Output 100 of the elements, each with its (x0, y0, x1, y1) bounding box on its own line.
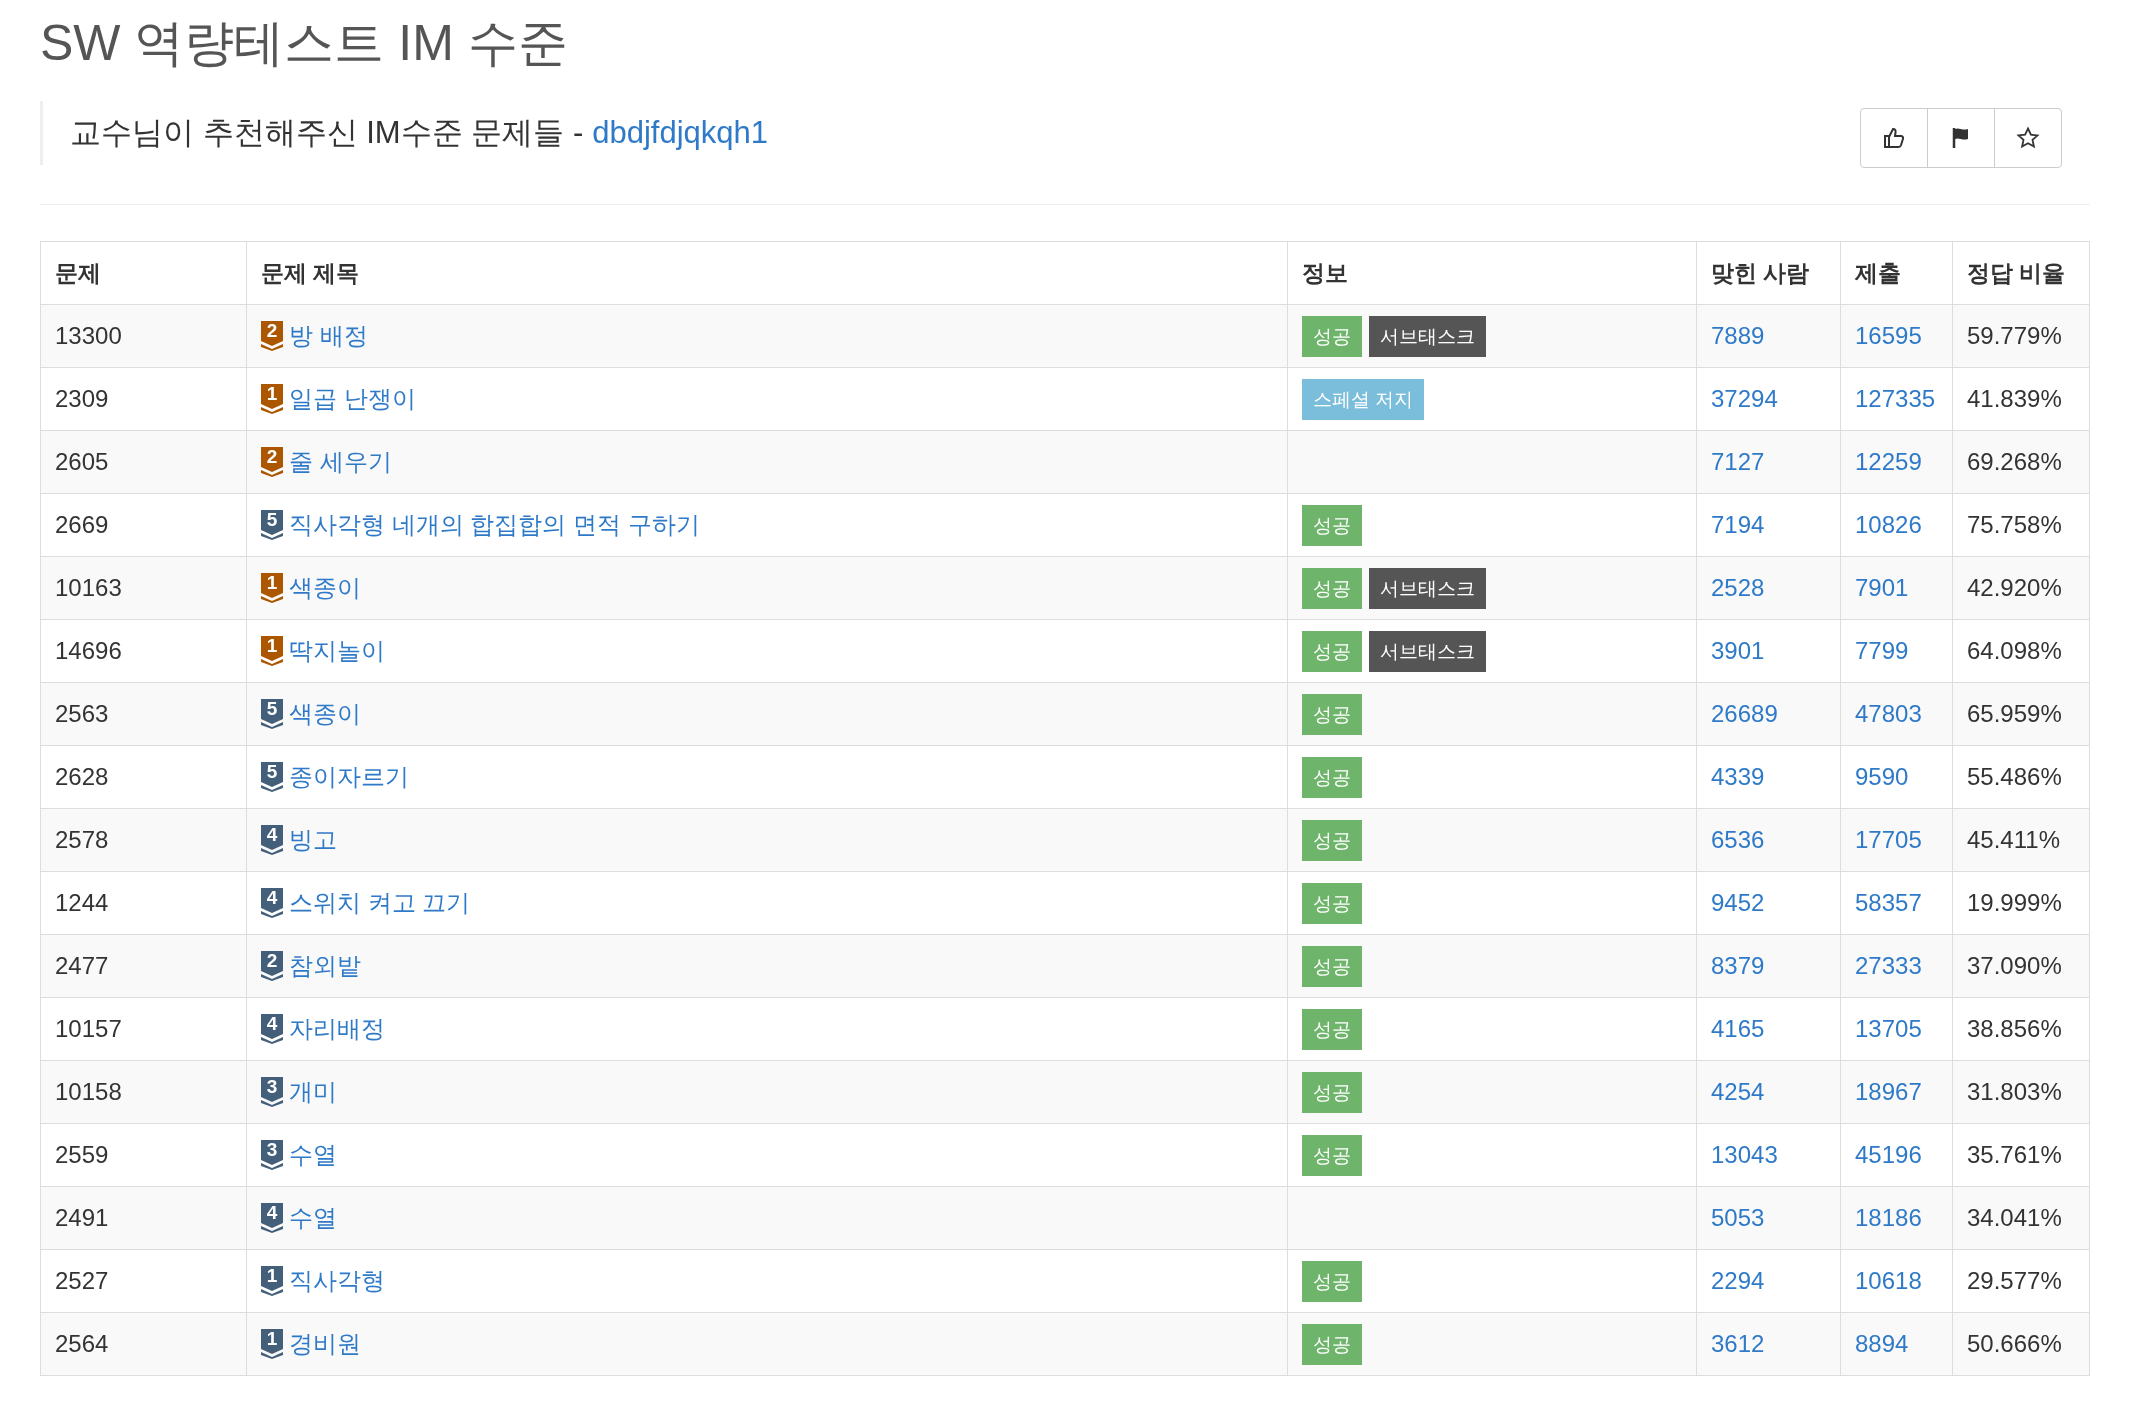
solved-label: 성공 (1302, 1008, 1362, 1050)
solvers-link[interactable]: 7889 (1711, 322, 1765, 349)
problem-id: 2491 (40, 1186, 247, 1250)
problem-id: 14696 (40, 619, 247, 683)
problem-id: 2563 (40, 682, 247, 746)
accuracy-ratio: 42.920% (1952, 556, 2090, 620)
problem-id: 10157 (40, 997, 247, 1061)
problem-id: 2605 (40, 430, 247, 494)
problem-title-link[interactable]: 줄 세우기 (289, 446, 392, 478)
solvers-link[interactable]: 3901 (1711, 637, 1765, 664)
problem-title-link[interactable]: 자리배정 (289, 1013, 385, 1045)
problem-title-link[interactable]: 경비원 (289, 1328, 361, 1360)
solved-label: 성공 (1302, 819, 1362, 861)
solvers-link[interactable]: 5053 (1711, 1204, 1765, 1231)
problem-title-link[interactable]: 참외밭 (289, 950, 361, 982)
problem-title-link[interactable]: 색종이 (289, 572, 361, 604)
solvers-link[interactable]: 4165 (1711, 1015, 1765, 1042)
solvers-link[interactable]: 13043 (1711, 1141, 1778, 1168)
solvers-link[interactable]: 6536 (1711, 826, 1765, 853)
solved-label: 성공 (1302, 1134, 1362, 1176)
accuracy-ratio: 31.803% (1952, 1060, 2090, 1124)
solvers-link[interactable]: 26689 (1711, 700, 1778, 727)
subtask-label: 서브태스크 (1369, 567, 1486, 609)
problem-title-link[interactable]: 딱지놀이 (289, 635, 385, 667)
accuracy-ratio: 34.041% (1952, 1186, 2090, 1250)
problem-id: 10158 (40, 1060, 247, 1124)
problem-id: 2559 (40, 1123, 247, 1187)
accuracy-ratio: 65.959% (1952, 682, 2090, 746)
solved-label: 성공 (1302, 315, 1362, 357)
solvers-link[interactable]: 4339 (1711, 763, 1765, 790)
accuracy-ratio: 64.098% (1952, 619, 2090, 683)
solved-label: 성공 (1302, 504, 1362, 546)
page-title: SW 역량테스트 IM 수준 (40, 14, 569, 73)
column-header: 제출 (1840, 241, 1953, 305)
solvers-link[interactable]: 7127 (1711, 448, 1765, 475)
problem-title-link[interactable]: 일곱 난쟁이 (289, 383, 416, 415)
accuracy-ratio: 50.666% (1952, 1312, 2090, 1376)
column-header: 정답 비율 (1952, 241, 2090, 305)
flag-button[interactable] (1927, 108, 1995, 168)
accuracy-ratio: 37.090% (1952, 934, 2090, 998)
special-judge-label: 스페셜 저지 (1302, 378, 1425, 420)
solved-label: 성공 (1302, 1260, 1362, 1302)
problem-id: 10163 (40, 556, 247, 620)
solved-label: 성공 (1302, 630, 1362, 672)
author-link[interactable]: dbdjfdjqkqh1 (592, 113, 769, 153)
accuracy-ratio: 75.758% (1952, 493, 2090, 557)
problem-title-link[interactable]: 종이자르기 (289, 761, 409, 793)
solved-label: 성공 (1302, 882, 1362, 924)
solvers-link[interactable]: 2528 (1711, 574, 1765, 601)
subtask-label: 서브태스크 (1369, 315, 1486, 357)
accuracy-ratio: 45.411% (1952, 808, 2090, 872)
accuracy-ratio: 59.779% (1952, 304, 2090, 368)
problem-id: 2669 (40, 493, 247, 557)
solved-label: 성공 (1302, 567, 1362, 609)
problem-title-link[interactable]: 개미 (289, 1076, 337, 1108)
problem-title-link[interactable]: 수열 (289, 1202, 337, 1234)
problem-title-link[interactable]: 수열 (289, 1139, 337, 1171)
solvers-link[interactable]: 2294 (1711, 1267, 1765, 1294)
solvers-link[interactable]: 9452 (1711, 889, 1765, 916)
problem-id: 2527 (40, 1249, 247, 1313)
solved-label: 성공 (1302, 693, 1362, 735)
problem-title-link[interactable]: 방 배정 (289, 320, 368, 352)
solvers-link[interactable]: 3612 (1711, 1330, 1765, 1357)
accuracy-ratio: 29.577% (1952, 1249, 2090, 1313)
solvers-link[interactable]: 8379 (1711, 952, 1765, 979)
problem-id: 2309 (40, 367, 247, 431)
problem-id: 2578 (40, 808, 247, 872)
problem-title-link[interactable]: 색종이 (289, 698, 361, 730)
problem-id: 2628 (40, 745, 247, 809)
accuracy-ratio: 55.486% (1952, 745, 2090, 809)
solvers-link[interactable]: 7194 (1711, 511, 1765, 538)
solved-label: 성공 (1302, 945, 1362, 987)
column-header: 문제 제목 (246, 241, 1288, 305)
subtask-label: 서브태스크 (1369, 630, 1486, 672)
accuracy-ratio: 69.268% (1952, 430, 2090, 494)
column-header: 맞힌 사람 (1696, 241, 1841, 305)
accuracy-ratio: 35.761% (1952, 1123, 2090, 1187)
like-button[interactable] (1860, 108, 1928, 168)
description-text: 교수님이 추천해주신 IM수준 문제들 - (70, 114, 584, 152)
problem-title-link[interactable]: 스위치 켜고 끄기 (289, 887, 471, 919)
star-icon (2016, 126, 2040, 150)
column-header: 정보 (1287, 241, 1697, 305)
solvers-link[interactable]: 37294 (1711, 385, 1778, 412)
accuracy-ratio: 38.856% (1952, 997, 2090, 1061)
star-button[interactable] (1994, 108, 2062, 168)
problem-title-link[interactable]: 빙고 (289, 824, 337, 856)
accuracy-ratio: 41.839% (1952, 367, 2090, 431)
problem-title-link[interactable]: 직사각형 네개의 합집합의 면적 구하기 (289, 509, 700, 541)
thumbs-up-icon (1882, 126, 1906, 150)
column-header: 문제 (40, 241, 247, 305)
problem-title-link[interactable]: 직사각형 (289, 1265, 385, 1297)
solved-label: 성공 (1302, 756, 1362, 798)
solvers-link[interactable]: 4254 (1711, 1078, 1765, 1105)
problem-id: 13300 (40, 304, 247, 368)
accuracy-ratio: 19.999% (1952, 871, 2090, 935)
problem-id: 1244 (40, 871, 247, 935)
solved-label: 성공 (1302, 1323, 1362, 1365)
problem-id: 2564 (40, 1312, 247, 1376)
solved-label: 성공 (1302, 1071, 1362, 1113)
problem-id: 2477 (40, 934, 247, 998)
